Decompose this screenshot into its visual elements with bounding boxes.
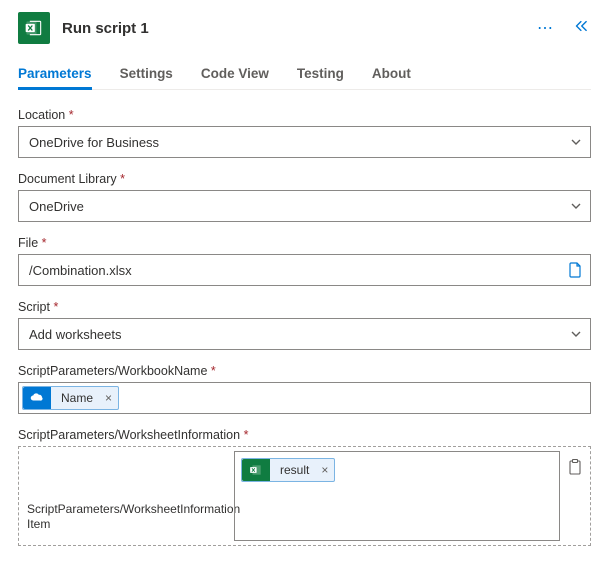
collapse-icon[interactable] xyxy=(569,17,591,40)
location-label: Location * xyxy=(18,108,591,122)
onedrive-icon xyxy=(23,387,51,409)
token-remove-icon[interactable]: × xyxy=(103,391,112,405)
tab-code-view[interactable]: Code View xyxy=(201,66,269,89)
field-doclib: Document Library * OneDrive xyxy=(18,172,591,222)
script-label: Script * xyxy=(18,300,591,314)
field-location: Location * OneDrive for Business xyxy=(18,108,591,158)
tab-settings[interactable]: Settings xyxy=(120,66,173,89)
chevron-down-icon xyxy=(570,328,582,340)
worksheetinfo-label: ScriptParameters/WorksheetInformation * xyxy=(18,428,591,442)
field-workbookname: ScriptParameters/WorkbookName * Name × xyxy=(18,364,591,414)
token-label: result xyxy=(278,463,311,477)
chevron-down-icon xyxy=(570,200,582,212)
more-menu-icon[interactable]: ⋯ xyxy=(533,16,557,40)
doclib-select[interactable]: OneDrive xyxy=(18,190,591,222)
token-name[interactable]: Name × xyxy=(22,386,119,410)
excel-icon xyxy=(242,459,270,481)
excel-icon xyxy=(18,12,50,44)
file-input[interactable]: /Combination.xlsx xyxy=(18,254,591,286)
card-title: Run script 1 xyxy=(62,20,521,37)
tab-parameters[interactable]: Parameters xyxy=(18,66,92,89)
field-file: File * /Combination.xlsx xyxy=(18,236,591,286)
file-picker-icon[interactable] xyxy=(568,262,582,278)
workbookname-input[interactable]: Name × xyxy=(18,382,591,414)
script-select[interactable]: Add worksheets xyxy=(18,318,591,350)
token-label: Name xyxy=(59,391,95,405)
parameters-form: Location * OneDrive for Business Documen… xyxy=(18,108,591,546)
file-value: /Combination.xlsx xyxy=(29,263,132,278)
token-result[interactable]: result × xyxy=(241,458,335,482)
doclib-label: Document Library * xyxy=(18,172,591,186)
workbookname-label: ScriptParameters/WorkbookName * xyxy=(18,364,591,378)
location-value: OneDrive for Business xyxy=(29,135,159,150)
tab-about[interactable]: About xyxy=(372,66,411,89)
worksheetinfo-item-input[interactable]: result × xyxy=(234,451,560,541)
location-select[interactable]: OneDrive for Business xyxy=(18,126,591,158)
script-value: Add worksheets xyxy=(29,327,122,342)
tab-bar: Parameters Settings Code View Testing Ab… xyxy=(18,66,591,90)
chevron-down-icon xyxy=(570,136,582,148)
worksheetinfo-container: ScriptParameters/WorksheetInformation It… xyxy=(18,446,591,546)
doclib-value: OneDrive xyxy=(29,199,84,214)
file-label: File * xyxy=(18,236,591,250)
token-remove-icon[interactable]: × xyxy=(319,463,328,477)
field-script: Script * Add worksheets xyxy=(18,300,591,350)
tab-testing[interactable]: Testing xyxy=(297,66,344,89)
clipboard-icon[interactable] xyxy=(560,455,582,478)
card-header: Run script 1 ⋯ xyxy=(18,12,591,44)
worksheetinfo-item-label: ScriptParameters/WorksheetInformation It… xyxy=(27,502,242,537)
field-worksheetinfo: ScriptParameters/WorksheetInformation * … xyxy=(18,428,591,546)
